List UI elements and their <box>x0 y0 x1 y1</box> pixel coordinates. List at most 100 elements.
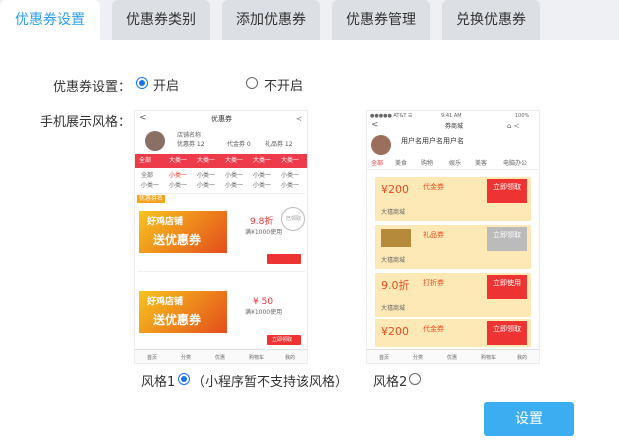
stat-gift: 礼品券 12 <box>265 141 293 148</box>
item2-discount: ¥ 50 <box>253 297 274 307</box>
radio-off[interactable] <box>246 77 258 89</box>
nav-coupon[interactable]: 优惠 <box>447 354 457 362</box>
row-button[interactable]: 立即领取 <box>487 321 527 345</box>
stat-coupon: 优惠券 12 <box>177 141 205 148</box>
row-kind: 代金券 <box>423 183 444 191</box>
mobile-style-label: 手机展示风格： <box>40 115 132 130</box>
phone2-title: 券商城 <box>445 123 464 130</box>
radio-style2[interactable] <box>409 373 421 385</box>
back-icon: < <box>371 120 379 130</box>
sub-cat[interactable]: 小类一 <box>253 172 271 180</box>
cat-all[interactable]: 全部 <box>139 157 151 165</box>
shop-name: 店铺名称 <box>177 132 202 139</box>
nav-mine[interactable]: 我的 <box>517 354 527 362</box>
cat-item[interactable]: 大类一 <box>197 157 215 165</box>
banner-text-bottom: 送优惠券 <box>153 233 202 247</box>
avatar <box>145 131 165 151</box>
cat-tab[interactable]: 电脑办公 <box>503 160 527 168</box>
cat-tab[interactable]: 娱乐 <box>449 160 461 168</box>
cat-item[interactable]: 大类一 <box>169 157 187 165</box>
gift-image <box>381 229 411 247</box>
radio-on[interactable] <box>136 77 148 89</box>
claimed-stamp: 已领取 <box>281 207 305 231</box>
row-amount: 9.0折 <box>381 279 410 292</box>
sub-cat[interactable]: 小类一 <box>253 182 271 190</box>
cat-tab[interactable]: 购物 <box>421 160 433 168</box>
sub-cat[interactable]: 小类一 <box>281 182 299 190</box>
status-battery: 100% <box>515 113 530 119</box>
coupon-row: ¥200 代金券 立即领取 <box>375 319 531 347</box>
row-amount: ¥200 <box>381 325 409 338</box>
nav-mine[interactable]: 我的 <box>285 354 295 362</box>
nav-coupon[interactable]: 优惠 <box>215 354 225 362</box>
cat-item[interactable]: 大类一 <box>281 157 299 165</box>
row-button-label: 立即领取 <box>493 231 521 239</box>
shop-name: 用户名用户名用户名 <box>401 137 464 145</box>
row-kind: 代金券 <box>423 325 444 333</box>
cat-item[interactable]: 大类一 <box>253 157 271 165</box>
claimed-stamp-text: 已领取 <box>286 216 302 222</box>
radio-style1[interactable] <box>178 373 190 385</box>
nav-category[interactable]: 分类 <box>181 354 191 362</box>
avatar <box>371 135 391 155</box>
sub-cat[interactable]: 小类一 <box>169 182 187 190</box>
home-share-icon: ⌂ ≺ <box>507 122 520 130</box>
cat-item[interactable]: 大类一 <box>225 157 243 165</box>
cat-tab[interactable]: 美食 <box>395 160 407 168</box>
row-shop: 大禧商城 <box>381 257 406 264</box>
tab-bar: 优惠券设置 优惠券类别 添加优惠券 优惠券管理 兑换优惠券 <box>0 0 619 40</box>
coupon-row: ¥200 代金券 立即领取 大禧商城 <box>375 177 531 221</box>
nav-cart[interactable]: 购物车 <box>481 354 496 362</box>
tab-redeem-coupon[interactable]: 兑换优惠券 <box>442 0 540 40</box>
style2-preview: ●●●●● AT&T ☰ 9:41 AM 100% < 券商城 ⌂ ≺ 用户名用… <box>366 110 540 364</box>
row-shop: 大禧商城 <box>381 209 406 216</box>
coupon-banner-1: 好鸡店铺 送优惠券 <box>139 211 227 253</box>
nav-category[interactable]: 分类 <box>413 354 423 362</box>
divider <box>137 271 305 272</box>
tab-coupon-settings[interactable]: 优惠券设置 <box>0 0 100 40</box>
cat-tab[interactable]: 美客 <box>475 160 487 168</box>
coupon-setting-label: 优惠券设置： <box>53 80 132 95</box>
status-time: 9:41 AM <box>441 113 462 119</box>
nav-cart[interactable]: 购物车 <box>249 354 264 362</box>
row-button[interactable]: 立即领取 <box>487 179 527 203</box>
row-amount: ¥200 <box>381 183 409 196</box>
sub-cat[interactable]: 小类一 <box>169 172 187 180</box>
nav-home[interactable]: 首页 <box>379 354 389 362</box>
style1-note: （小程序暂不支持该风格） <box>192 375 349 390</box>
nav-home[interactable]: 首页 <box>147 354 157 362</box>
sub-cat[interactable]: 小类一 <box>225 182 243 190</box>
back-icon: < <box>139 113 147 123</box>
sub-cat[interactable]: 小类一 <box>197 182 215 190</box>
item2-button[interactable]: 立即领取 <box>267 335 301 345</box>
phone1-title: 优惠券 <box>211 115 232 123</box>
submit-button[interactable]: 设置 <box>484 402 574 436</box>
sub-cat[interactable]: 小类一 <box>225 172 243 180</box>
coupon-banner-2: 好鸡店铺 送优惠券 <box>139 291 227 333</box>
row-button[interactable]: 立即领取 <box>487 227 527 251</box>
sub-cat[interactable]: 小类一 <box>197 172 215 180</box>
sub-cat[interactable]: 小类一 <box>281 172 299 180</box>
item1-button[interactable] <box>267 254 301 264</box>
tab-coupon-management[interactable]: 优惠券管理 <box>332 0 430 40</box>
coupon-row: 礼品券 立即领取 大禧商城 <box>375 225 531 269</box>
row-button-label: 立即领取 <box>493 325 521 333</box>
row-kind: 礼品券 <box>423 231 444 239</box>
row-button-label: 立即领取 <box>493 183 521 191</box>
style2-label: 风格2 <box>373 375 408 390</box>
coupon-tag: 优惠券名 <box>137 195 166 203</box>
radio-off-label: 不开启 <box>264 79 304 94</box>
style1-preview: < 优惠券 ≺ 店铺名称 优惠券 12 代金券 0 礼品券 12 全部 大类一 … <box>134 110 308 364</box>
item2-condition: 满¥1000使用 <box>245 309 283 316</box>
sub-cat[interactable]: 全部 <box>141 172 153 180</box>
tab-coupon-category[interactable]: 优惠券类别 <box>112 0 210 40</box>
item2-button-label: 立即领取 <box>272 337 293 343</box>
row-button[interactable]: 立即使用 <box>487 275 527 299</box>
item1-discount: 9.8折 <box>250 217 274 227</box>
banner-text-top: 好鸡店铺 <box>147 297 184 307</box>
item1-condition: 满¥1000使用 <box>245 229 283 236</box>
cat-tab[interactable]: 全部 <box>371 160 383 168</box>
tab-add-coupon[interactable]: 添加优惠券 <box>222 0 320 40</box>
divider <box>137 193 305 194</box>
sub-cat[interactable]: 小类一 <box>141 182 159 190</box>
